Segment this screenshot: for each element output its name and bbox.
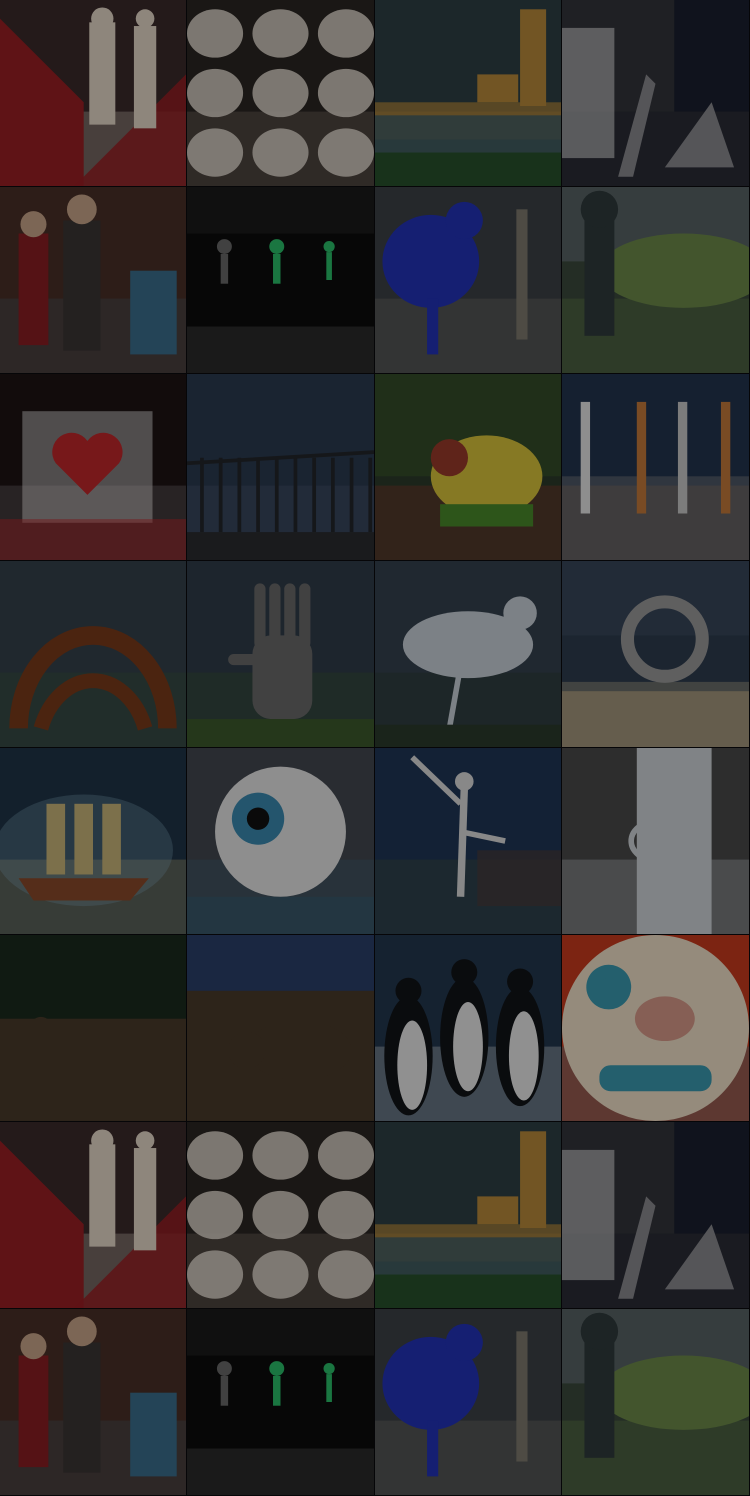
thumbnail-blue-rooster-statue[interactable] xyxy=(375,187,562,374)
thumbnail-penguins[interactable] xyxy=(375,935,562,1122)
thumbnail-art-deco-mural[interactable] xyxy=(0,0,187,187)
thumbnail-ship-in-bottle[interactable] xyxy=(0,748,187,935)
thumbnail-steel-sculpture-plaza[interactable] xyxy=(562,1122,750,1309)
skyline-icon xyxy=(375,0,561,186)
eye-icon xyxy=(187,748,374,934)
rooster-icon xyxy=(375,187,561,373)
face-icon xyxy=(562,935,749,1121)
penguin-icon xyxy=(375,935,561,1121)
tower-icon xyxy=(562,748,749,934)
thumbnail-painted-poles-boardwalk[interactable] xyxy=(562,374,750,561)
thumbnail-waterfront-skyline[interactable] xyxy=(375,1122,562,1309)
eggs-icon xyxy=(187,1122,374,1308)
statue-icon xyxy=(562,1309,749,1495)
photo-gallery-grid xyxy=(0,0,750,1496)
thumbnail-blue-rooster-statue[interactable] xyxy=(375,1309,562,1496)
walking-figure-icon xyxy=(187,187,374,373)
walking-figure-icon xyxy=(187,1309,374,1495)
thumbnail-glass-tower-sculpture[interactable] xyxy=(562,748,750,935)
hand-icon xyxy=(187,561,374,747)
thumbnail-carved-eggshells[interactable] xyxy=(187,0,375,187)
eggs-icon xyxy=(187,0,374,186)
thumbnail-standing-figure-sculpture[interactable] xyxy=(562,1309,750,1496)
poles-icon xyxy=(562,374,749,560)
skyline-icon xyxy=(375,1122,561,1308)
statue-icon xyxy=(562,187,749,373)
thumbnail-white-dancing-figures[interactable] xyxy=(375,748,562,935)
art-deco-figures-icon xyxy=(0,1122,186,1308)
rooster-icon xyxy=(375,1309,561,1495)
fence-icon xyxy=(187,374,374,560)
thumbnail-metal-bird-sculpture[interactable] xyxy=(375,561,562,748)
art-deco-figures-icon xyxy=(0,0,186,186)
thumbnail-ring-sculpture-seaside[interactable] xyxy=(562,561,750,748)
thumbnail-fence-under-sky[interactable] xyxy=(187,374,375,561)
creature-icon xyxy=(375,374,561,560)
heart-icon xyxy=(0,374,186,560)
thumbnail-rusted-arc-sculpture[interactable] xyxy=(0,561,187,748)
people-icon xyxy=(0,1309,186,1495)
thumbnail-waterfront-skyline[interactable] xyxy=(375,0,562,187)
thumbnail-couple-graffiti-wall[interactable] xyxy=(0,187,187,374)
ship-icon xyxy=(0,748,186,934)
dancers-icon xyxy=(375,748,561,934)
thumbnail-couple-graffiti-wall[interactable] xyxy=(0,1309,187,1496)
thumbnail-pedestrian-signal-wall[interactable] xyxy=(187,187,375,374)
thumbnail-carved-eggshells[interactable] xyxy=(187,1122,375,1309)
thumbnail-yellow-creature-sculpture[interactable] xyxy=(375,374,562,561)
arc-sculpture-icon xyxy=(0,561,186,747)
thumbnail-steel-sculpture-plaza[interactable] xyxy=(562,0,750,187)
thumbnail-pedestrian-signal-wall[interactable] xyxy=(187,1309,375,1496)
thumbnail-bison-sculpture-field[interactable] xyxy=(187,935,375,1122)
moose-icon xyxy=(0,935,186,1121)
bird-icon xyxy=(375,561,561,747)
sculpture-icon xyxy=(562,1122,749,1308)
sculpture-icon xyxy=(562,0,749,186)
thumbnail-moose-sculpture-forest[interactable] xyxy=(0,935,187,1122)
thumbnail-grinning-cartoon-face[interactable] xyxy=(562,935,750,1122)
thumbnail-giant-eyeball[interactable] xyxy=(187,748,375,935)
people-icon xyxy=(0,187,186,373)
ring-icon xyxy=(562,561,749,747)
thumbnail-giant-hand-sculpture[interactable] xyxy=(187,561,375,748)
thumbnail-red-heart-installation[interactable] xyxy=(0,374,187,561)
thumbnail-standing-figure-sculpture[interactable] xyxy=(562,187,750,374)
thumbnail-art-deco-mural[interactable] xyxy=(0,1122,187,1309)
bison-icon xyxy=(187,935,374,1121)
